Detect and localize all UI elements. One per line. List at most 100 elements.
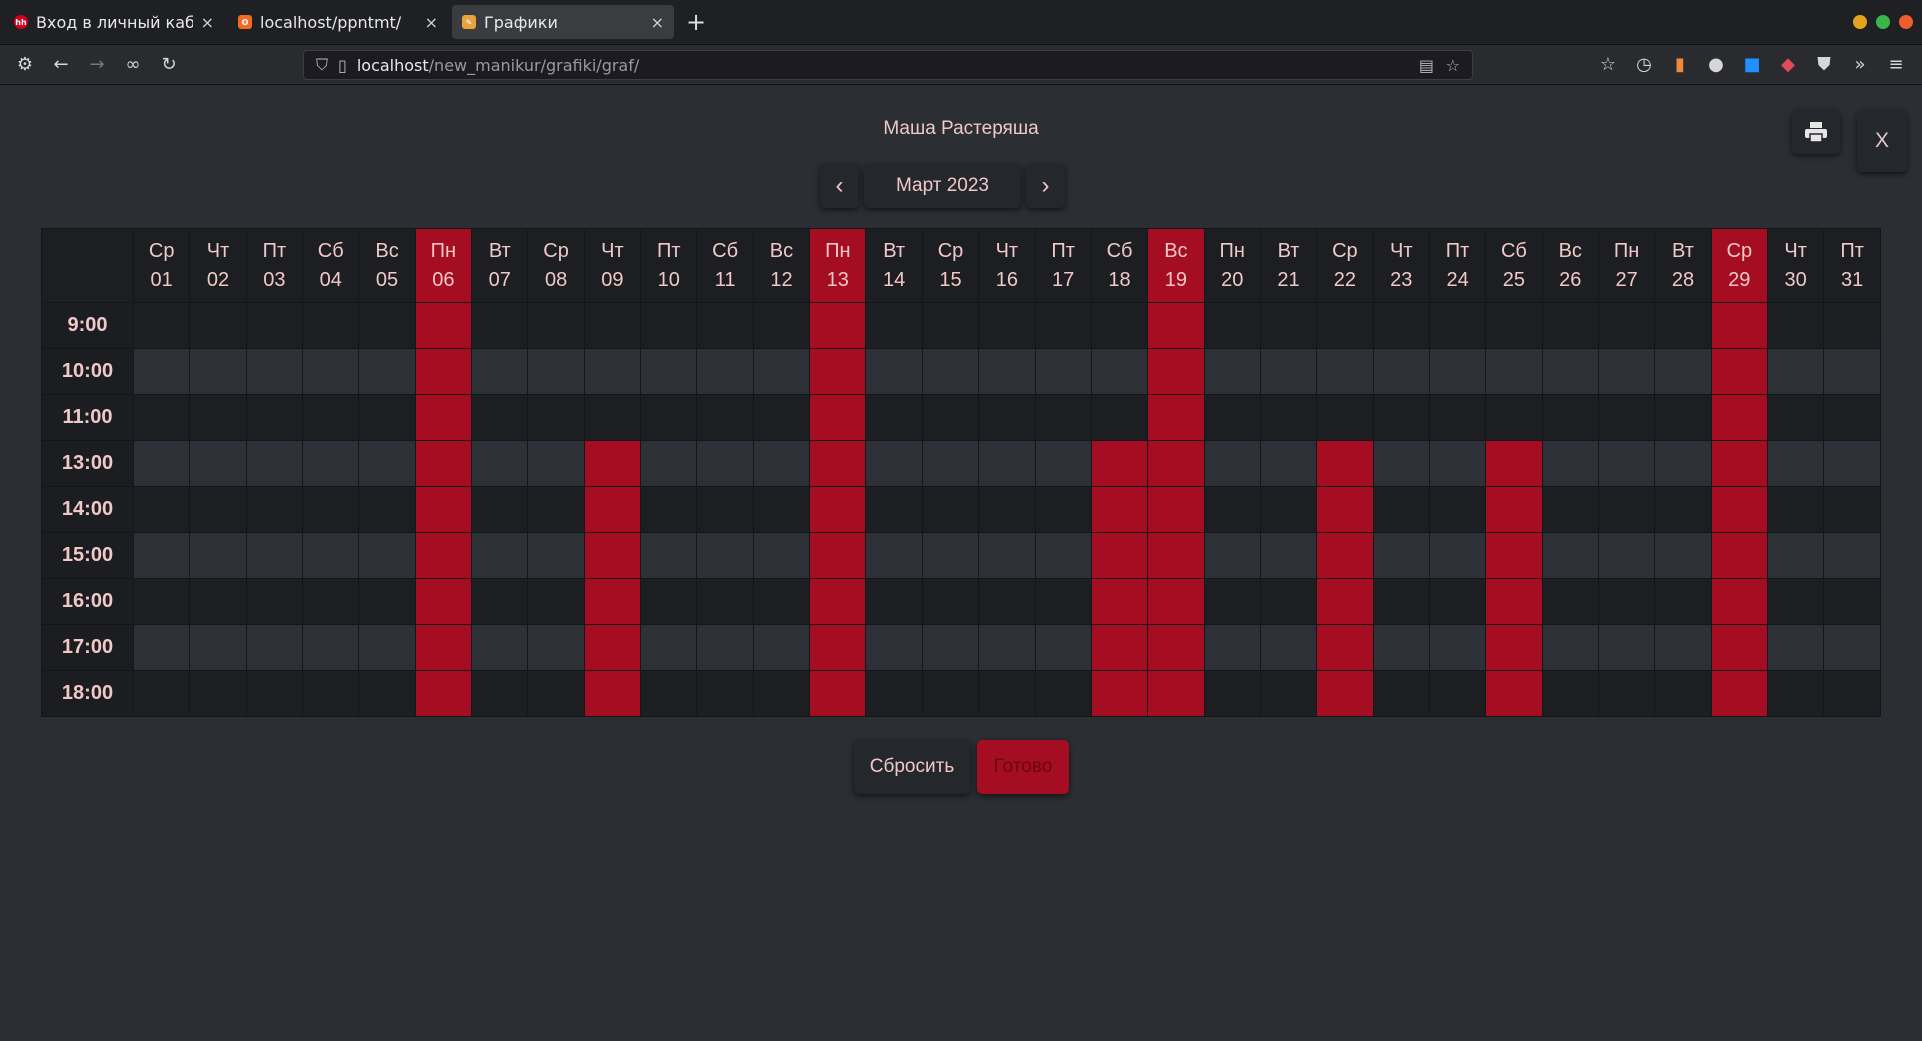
slot-cell[interactable]: [245, 348, 304, 395]
slot-cell[interactable]: [358, 486, 416, 533]
maximize-button[interactable]: [1876, 15, 1890, 29]
prev-month-button[interactable]: ‹: [820, 164, 859, 208]
slot-cell[interactable]: [1259, 394, 1318, 441]
slot-cell-busy[interactable]: [1710, 394, 1768, 441]
reset-button[interactable]: Сбросить: [854, 740, 970, 794]
slot-cell[interactable]: [302, 394, 360, 441]
slot-cell[interactable]: [696, 578, 754, 625]
slot-cell-busy[interactable]: [1147, 348, 1205, 395]
time-label[interactable]: 13:00: [41, 440, 134, 487]
slot-cell[interactable]: [302, 532, 360, 579]
slot-cell-busy[interactable]: [1485, 486, 1543, 533]
slot-cell[interactable]: [527, 302, 585, 349]
slot-cell[interactable]: [1597, 486, 1656, 533]
slot-cell[interactable]: [1034, 578, 1092, 625]
day-header[interactable]: Чт 23: [1372, 228, 1430, 303]
slot-cell[interactable]: [1485, 302, 1543, 349]
slot-cell[interactable]: [1259, 532, 1318, 579]
day-header[interactable]: Пн 27: [1597, 228, 1656, 303]
slot-cell[interactable]: [132, 624, 191, 671]
slot-cell[interactable]: [1203, 486, 1261, 533]
slot-cell[interactable]: [1597, 578, 1656, 625]
slot-cell[interactable]: [865, 670, 923, 717]
slot-cell[interactable]: [1428, 394, 1487, 441]
day-header[interactable]: Ср 01: [132, 228, 191, 303]
close-tab-icon[interactable]: ×: [425, 13, 438, 32]
slot-cell[interactable]: [1597, 624, 1656, 671]
slot-cell[interactable]: [1597, 440, 1656, 487]
slot-cell[interactable]: [1541, 394, 1599, 441]
slot-cell[interactable]: [189, 394, 247, 441]
day-header[interactable]: Пт 10: [640, 228, 698, 303]
slot-cell[interactable]: [1654, 394, 1712, 441]
day-header[interactable]: Вс 26: [1541, 228, 1599, 303]
slot-cell-busy[interactable]: [1090, 440, 1149, 487]
slot-cell[interactable]: [1823, 532, 1881, 579]
slot-cell[interactable]: [358, 532, 416, 579]
slot-cell[interactable]: [1541, 624, 1599, 671]
slot-cell-busy[interactable]: [1710, 532, 1768, 579]
slot-cell-busy[interactable]: [1485, 578, 1543, 625]
slot-cell[interactable]: [1654, 302, 1712, 349]
time-label[interactable]: 10:00: [41, 348, 134, 395]
slot-cell-busy[interactable]: [1485, 532, 1543, 579]
slot-cell[interactable]: [1428, 670, 1487, 717]
eraser-icon[interactable]: ◆: [1777, 54, 1799, 76]
slot-cell[interactable]: [527, 532, 585, 579]
slot-cell[interactable]: [978, 302, 1036, 349]
slot-cell[interactable]: [978, 486, 1036, 533]
slot-cell[interactable]: [245, 486, 304, 533]
slot-cell[interactable]: [1541, 486, 1599, 533]
time-label[interactable]: 15:00: [41, 532, 134, 579]
new-tab-button[interactable]: +: [686, 8, 706, 36]
slot-cell[interactable]: [1766, 532, 1825, 579]
slot-cell-busy[interactable]: [1147, 440, 1205, 487]
slot-cell[interactable]: [1203, 440, 1261, 487]
slot-cell[interactable]: [583, 348, 642, 395]
slot-cell-busy[interactable]: [414, 532, 473, 579]
slot-cell[interactable]: [471, 440, 529, 487]
slot-cell[interactable]: [1597, 394, 1656, 441]
day-header[interactable]: Вт 21: [1259, 228, 1318, 303]
day-header[interactable]: Чт 16: [978, 228, 1036, 303]
slot-cell-busy[interactable]: [1147, 486, 1205, 533]
slot-cell[interactable]: [752, 578, 811, 625]
slot-cell[interactable]: [132, 670, 191, 717]
done-button[interactable]: Готово: [977, 740, 1069, 794]
slot-cell[interactable]: [1034, 624, 1092, 671]
slot-cell[interactable]: [696, 486, 754, 533]
slot-cell[interactable]: [696, 440, 754, 487]
reload-icon[interactable]: ↻: [158, 54, 180, 76]
slot-cell[interactable]: [640, 302, 698, 349]
slot-cell-busy[interactable]: [583, 532, 642, 579]
time-label[interactable]: 16:00: [41, 578, 134, 625]
slot-cell[interactable]: [1485, 394, 1543, 441]
slot-cell[interactable]: [1090, 394, 1149, 441]
slot-cell[interactable]: [921, 440, 980, 487]
slot-cell[interactable]: [1428, 578, 1487, 625]
slot-cell[interactable]: [921, 624, 980, 671]
slot-cell[interactable]: [189, 302, 247, 349]
slot-cell-busy[interactable]: [1710, 348, 1768, 395]
slot-cell-busy[interactable]: [414, 394, 473, 441]
slot-cell[interactable]: [752, 532, 811, 579]
slot-cell-busy[interactable]: [1147, 578, 1205, 625]
slot-cell-busy[interactable]: [414, 578, 473, 625]
slot-cell[interactable]: [1541, 302, 1599, 349]
slot-cell[interactable]: [302, 578, 360, 625]
slot-cell-busy[interactable]: [1710, 440, 1768, 487]
slot-cell[interactable]: [471, 532, 529, 579]
slot-cell[interactable]: [1823, 394, 1881, 441]
slot-cell[interactable]: [1766, 486, 1825, 533]
slot-cell[interactable]: [921, 302, 980, 349]
slot-cell-busy[interactable]: [1090, 578, 1149, 625]
slot-cell[interactable]: [1597, 348, 1656, 395]
slot-cell[interactable]: [471, 486, 529, 533]
slot-cell[interactable]: [302, 348, 360, 395]
slot-cell-busy[interactable]: [1147, 624, 1205, 671]
day-header[interactable]: Чт 09: [583, 228, 642, 303]
slot-cell[interactable]: [752, 302, 811, 349]
slot-cell-busy[interactable]: [1710, 578, 1768, 625]
slot-cell[interactable]: [1654, 440, 1712, 487]
slot-cell[interactable]: [1372, 348, 1430, 395]
